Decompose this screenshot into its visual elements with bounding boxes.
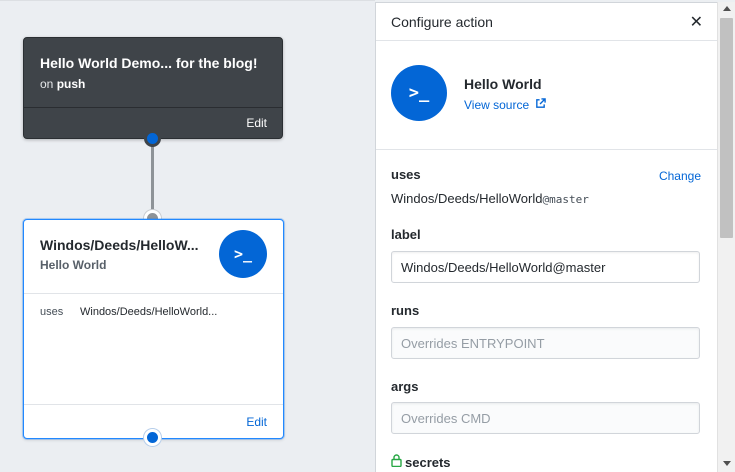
workflow-title: Hello World Demo... for the blog! (40, 55, 258, 71)
action-card-divider (24, 293, 283, 294)
action-card-title: Windos/Deeds/HelloW... (40, 237, 199, 253)
action-edit-link[interactable]: Edit (246, 415, 267, 429)
scroll-up-icon[interactable] (723, 6, 731, 11)
workflow-output-handle[interactable] (144, 130, 161, 147)
action-name: Hello World (464, 76, 542, 92)
action-output-handle[interactable] (144, 429, 161, 446)
view-source-label: View source (464, 98, 530, 112)
terminal-icon: >_ (219, 230, 267, 278)
uses-label: uses (391, 167, 421, 182)
panel-header: Configure action ✕ (376, 3, 717, 41)
action-card[interactable]: Windos/Deeds/HelloW... Hello World >_ us… (23, 219, 284, 439)
action-card-divider (24, 404, 283, 405)
view-source-link[interactable]: View source (464, 98, 546, 112)
panel-scrollbar[interactable] (717, 2, 735, 472)
label-label: label (391, 227, 421, 242)
label-input[interactable] (391, 251, 700, 283)
workflow-trigger-card[interactable]: Hello World Demo... for the blog! on pus… (23, 37, 283, 139)
on-prefix: on (40, 77, 54, 91)
configure-action-panel: Configure action ✕ >_ Hello World View s… (375, 2, 717, 472)
args-label: args (391, 379, 419, 394)
args-input[interactable] (391, 402, 700, 434)
runs-input[interactable] (391, 327, 700, 359)
secrets-label: secrets (405, 455, 451, 470)
workflow-canvas: Hello World Demo... for the blog! on pus… (0, 0, 375, 472)
change-button[interactable]: Change (659, 169, 701, 183)
uses-value: Windos/Deeds/HelloWorld@master (391, 191, 589, 206)
trigger-event: push (56, 77, 86, 91)
secrets-section: secrets (391, 454, 451, 470)
action-card-uses-value: Windos/Deeds/HelloWorld... (80, 306, 218, 318)
scrollbar-thumb[interactable] (720, 18, 733, 238)
action-card-subtitle: Hello World (40, 258, 107, 272)
workflow-trigger: on push (40, 77, 85, 91)
terminal-icon: >_ (391, 65, 447, 121)
runs-label: runs (391, 303, 420, 318)
close-icon[interactable]: ✕ (690, 12, 703, 32)
connector-line (151, 139, 154, 219)
panel-divider (376, 149, 717, 150)
workflow-edit-link[interactable]: Edit (246, 116, 267, 130)
lock-icon (391, 454, 402, 470)
workflow-card-divider (24, 107, 282, 108)
external-link-icon (535, 98, 546, 112)
uses-ref: @master (542, 193, 589, 206)
scroll-down-icon[interactable] (723, 461, 731, 466)
uses-repo: Windos/Deeds/HelloWorld (391, 191, 543, 206)
panel-title: Configure action (391, 14, 493, 30)
action-card-uses-key: uses (40, 306, 64, 318)
